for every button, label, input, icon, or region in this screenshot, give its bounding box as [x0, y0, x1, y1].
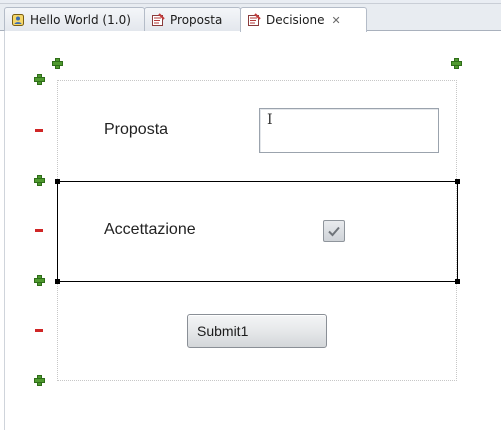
add-row-icon[interactable]	[34, 175, 45, 186]
tab-proposta[interactable]: Proposta	[144, 7, 241, 31]
resize-handle[interactable]	[455, 179, 460, 184]
resize-handle[interactable]	[455, 279, 460, 284]
tab-label: Hello World (1.0)	[30, 12, 131, 27]
process-model-icon	[11, 13, 25, 27]
remove-row-icon[interactable]	[35, 329, 43, 332]
canvas-border	[4, 31, 5, 430]
checkmark-icon	[328, 226, 340, 237]
tab-label: Proposta	[170, 12, 223, 27]
form-icon	[151, 12, 165, 27]
submit1-button[interactable]: Submit1	[187, 314, 327, 348]
tab-hello-world[interactable]: Hello World (1.0)	[4, 7, 145, 31]
remove-row-icon[interactable]	[35, 229, 43, 232]
resize-handle[interactable]	[55, 279, 60, 284]
tab-label: Decisione	[266, 13, 325, 27]
accettazione-checkbox[interactable]	[323, 220, 345, 242]
add-column-icon[interactable]	[451, 58, 462, 69]
resize-handle[interactable]	[55, 179, 60, 184]
add-row-icon[interactable]	[34, 375, 45, 386]
tab-decisione[interactable]: Decisione ✕	[240, 7, 367, 32]
remove-row-icon[interactable]	[35, 129, 43, 132]
close-icon[interactable]: ✕	[331, 15, 340, 26]
add-row-icon[interactable]	[34, 74, 45, 85]
accettazione-label: Accettazione	[104, 221, 196, 238]
form-icon	[247, 13, 261, 27]
editor-tab-strip: Hello World (1.0) Proposta Decisione ✕	[0, 4, 501, 32]
proposta-text-field[interactable]	[259, 108, 439, 153]
add-row-icon[interactable]	[34, 275, 45, 286]
text-cursor: I	[267, 112, 273, 128]
proposta-label: Proposta	[104, 121, 169, 138]
add-column-icon[interactable]	[52, 58, 63, 69]
